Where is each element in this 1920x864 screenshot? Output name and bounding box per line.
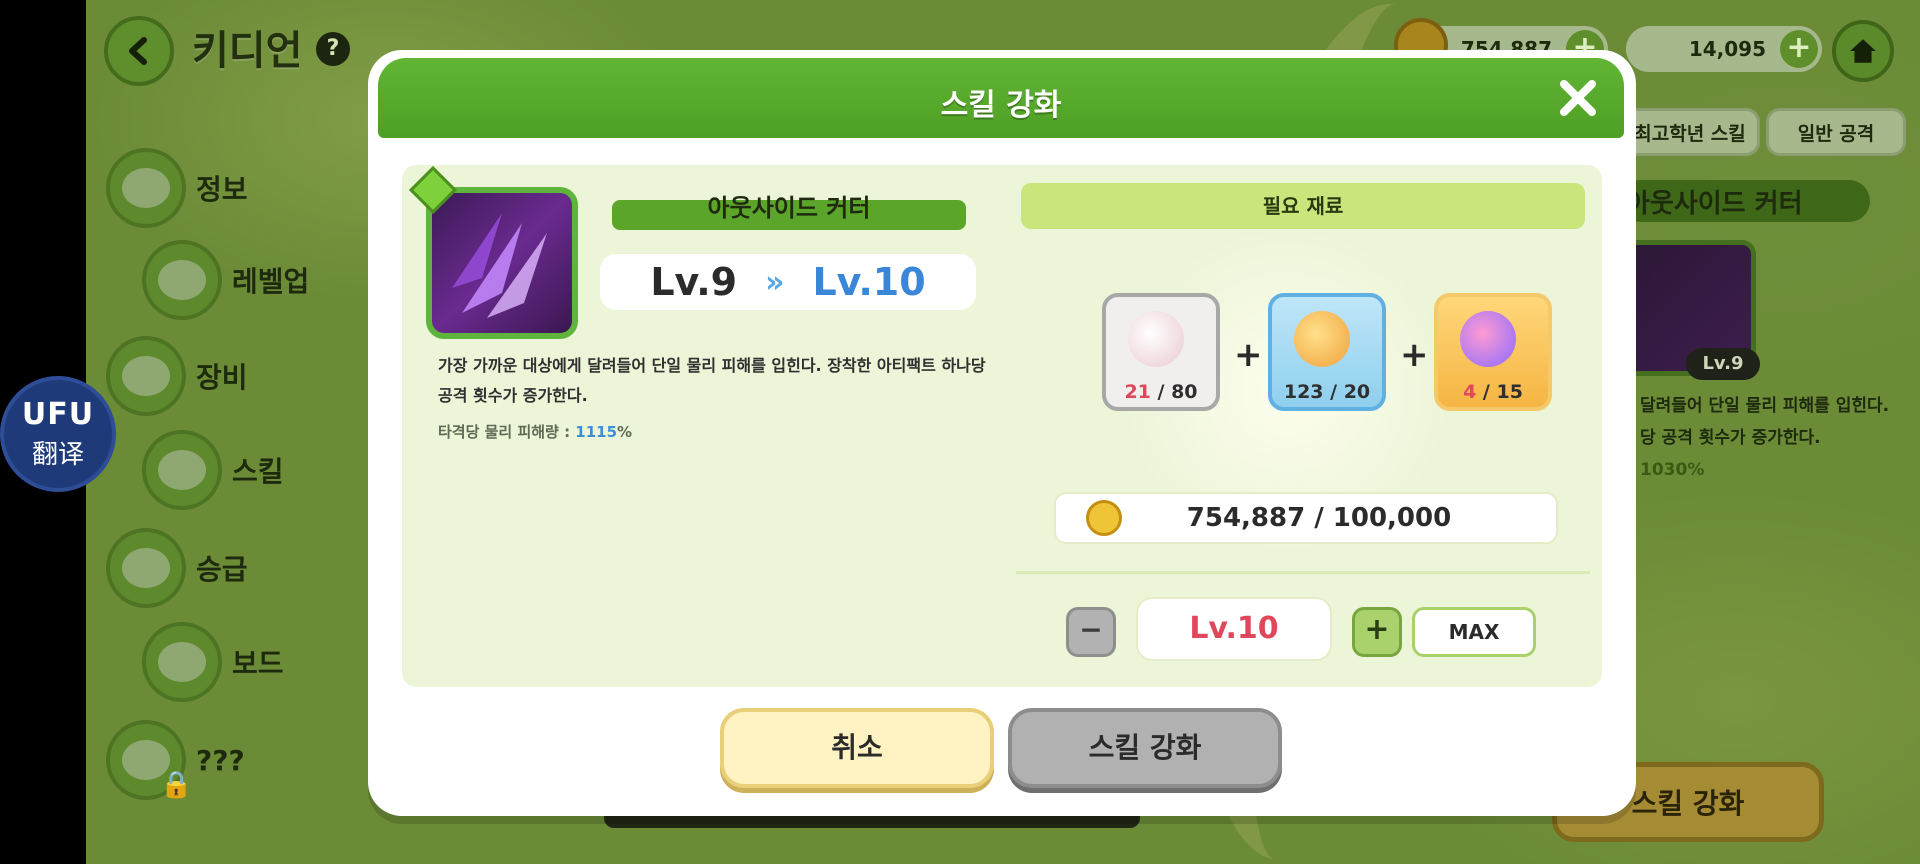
- side-skill-description: 달려들어 단일 물리 피해를 입힌다. 당 공격 횟수가 증가한다. 1030%: [1640, 396, 1890, 480]
- gem-currency: 14,095 +: [1626, 26, 1822, 72]
- skill-stat: 타격당 물리 피해량 : 1115%: [438, 421, 632, 442]
- level-decrease-button[interactable]: −: [1066, 607, 1116, 657]
- promotion-icon: [106, 528, 186, 608]
- gold-requirement: 754,887 / 100,000: [1054, 492, 1558, 544]
- skill-enhance-button[interactable]: 스킬 강화: [1008, 708, 1282, 788]
- close-icon: [1560, 80, 1596, 116]
- gold-requirement-text: 754,887 / 100,000: [1186, 503, 1452, 533]
- cancel-button[interactable]: 취소: [720, 708, 994, 788]
- menu-item-board[interactable]: 보드: [142, 622, 284, 702]
- divider: [1016, 571, 1590, 574]
- lock-icon: 🔒: [160, 770, 193, 800]
- add-gem-button[interactable]: +: [1780, 30, 1818, 68]
- levelup-icon: [142, 240, 222, 320]
- translator-label: 翻译: [31, 440, 84, 470]
- materials-header: 필요 재료: [1021, 183, 1585, 229]
- modal-body: 아웃사이드 커터 Lv.9 » Lv.10 가장 가까운 대상에게 달려들어 단…: [402, 165, 1602, 687]
- menu-item-info[interactable]: 정보: [106, 148, 248, 228]
- menu-label-info: 정보: [196, 173, 248, 206]
- gem-amount: 14,095: [1688, 37, 1766, 61]
- help-icon[interactable]: ?: [316, 32, 350, 66]
- menu-item-equipment[interactable]: 장비: [106, 336, 248, 416]
- tab-normal-attack[interactable]: 일반 공격: [1766, 108, 1906, 156]
- stat-value: 1115: [575, 423, 618, 441]
- stat-unit: %: [617, 423, 633, 441]
- skill-enhance-modal: 스킬 강화 아웃사이드 커터 Lv.9 » Lv.10 가장 가까운 대상에게 …: [368, 50, 1636, 816]
- menu-item-levelup[interactable]: 레벨업: [142, 240, 309, 320]
- board-icon: [142, 622, 222, 702]
- home-icon: [1850, 39, 1876, 63]
- target-level: Lv.10: [812, 260, 926, 304]
- side-skill-name: 아웃사이드 커터: [1620, 180, 1870, 222]
- current-level: Lv.9: [650, 260, 738, 304]
- plus-icon: +: [1234, 335, 1263, 375]
- material-slot-1[interactable]: 21 / 80: [1102, 293, 1220, 411]
- modal-header: 스킬 강화: [378, 58, 1624, 138]
- level-transition: Lv.9 » Lv.10: [600, 254, 976, 310]
- tab-senior-skill[interactable]: 최고학년 스킬: [1620, 108, 1760, 156]
- menu-label-equipment: 장비: [196, 361, 248, 394]
- max-level-button[interactable]: MAX: [1412, 607, 1536, 657]
- skill-icon: [142, 430, 222, 510]
- skill-claw-icon: [426, 187, 578, 339]
- side-skill-level: Lv.9: [1686, 348, 1760, 380]
- home-button[interactable]: [1832, 20, 1894, 82]
- translator-button[interactable]: UFU 翻译: [0, 376, 116, 492]
- menu-label-promotion: 승급: [196, 553, 248, 586]
- material-count-2: 123 / 20: [1283, 381, 1371, 403]
- equipment-icon: [106, 336, 186, 416]
- translator-logo: UFU: [21, 397, 95, 432]
- skill-description: 가장 가까운 대상에게 달려들어 단일 물리 피해를 입힌다. 장착한 아티팩트…: [438, 356, 986, 405]
- menu-item-promotion[interactable]: 승급: [106, 528, 248, 608]
- material-slot-2[interactable]: 123 / 20: [1268, 293, 1386, 411]
- menu-item-skill[interactable]: 스킬: [142, 430, 372, 510]
- menu-label-levelup: 레벨업: [232, 265, 310, 298]
- marshmallow-gold-icon: [1294, 311, 1350, 367]
- material-count-3: 4 / 15: [1463, 381, 1523, 403]
- material-count-1: 21 / 80: [1124, 381, 1198, 403]
- gold-coin-icon: [1086, 500, 1122, 536]
- target-level-display: Lv.10: [1136, 597, 1332, 661]
- back-arrow-icon: [129, 37, 147, 65]
- marshmallow-rainbow-icon: [1460, 311, 1516, 367]
- close-button[interactable]: [1556, 76, 1600, 120]
- back-button[interactable]: [104, 16, 174, 86]
- material-slot-3[interactable]: 4 / 15: [1434, 293, 1552, 411]
- stat-label: 타격당 물리 피해량 :: [438, 423, 576, 441]
- level-increase-button[interactable]: +: [1352, 607, 1402, 657]
- info-icon: [106, 148, 186, 228]
- menu-label-locked: ???: [196, 743, 245, 777]
- menu-label-skill: 스킬: [232, 455, 284, 488]
- double-arrow-icon: »: [765, 264, 785, 300]
- character-name: 키디언: [192, 28, 303, 74]
- marshmallow-white-icon: [1128, 311, 1184, 367]
- plus-icon: +: [1400, 335, 1429, 375]
- skill-name: 아웃사이드 커터: [612, 196, 966, 230]
- menu-label-board: 보드: [232, 647, 284, 680]
- modal-title: 스킬 강화: [940, 88, 1062, 123]
